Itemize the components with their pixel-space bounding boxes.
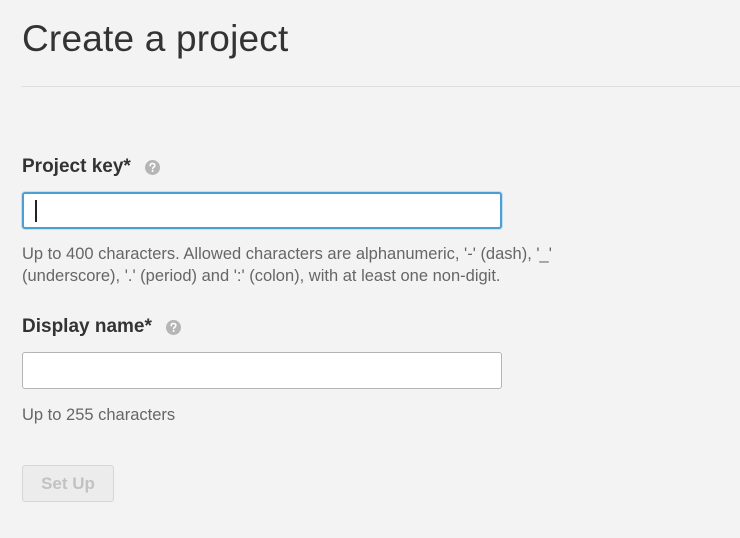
- question-icon[interactable]: [165, 319, 181, 335]
- project-key-input[interactable]: [22, 192, 502, 229]
- display-name-hint: Up to 255 characters: [22, 406, 176, 424]
- title-divider: [22, 86, 740, 87]
- display-name-label: Display name*: [22, 316, 152, 337]
- display-name-input[interactable]: [22, 352, 502, 389]
- page-title: Create a project: [22, 18, 289, 59]
- project-key-hint-line-2: (underscore), '.' (period) and ':' (colo…: [22, 267, 501, 285]
- set-up-button[interactable]: Set Up: [22, 465, 114, 502]
- project-key-label: Project key*: [22, 156, 131, 177]
- text-caret: [35, 200, 37, 222]
- question-icon[interactable]: [144, 159, 160, 175]
- project-key-hint: Up to 400 characters. Allowed characters…: [22, 243, 722, 287]
- create-project-page: Create a project Project key* Up to 400 …: [0, 0, 740, 538]
- project-key-hint-line-1: Up to 400 characters. Allowed characters…: [22, 245, 552, 263]
- display-name-label-row: Display name*: [22, 316, 181, 338]
- project-key-label-row: Project key*: [22, 156, 160, 178]
